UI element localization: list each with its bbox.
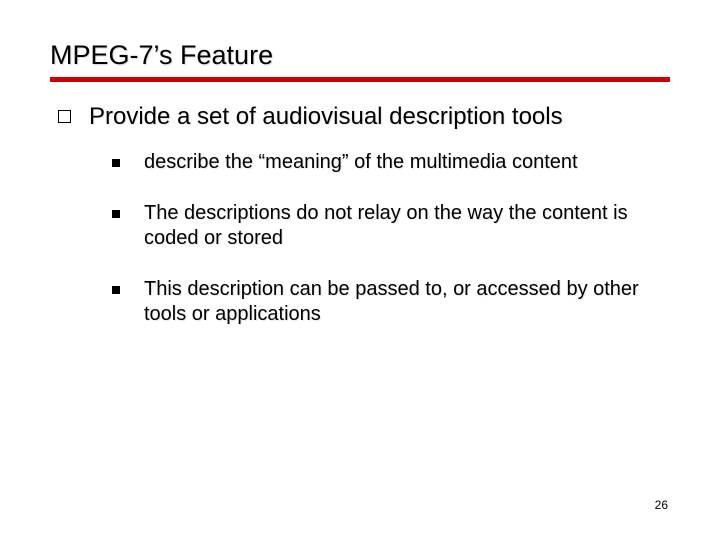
bullet-level2-text: The descriptions do not relay on the way… (144, 201, 670, 251)
hollow-square-icon (58, 110, 71, 123)
bullet-level2: The descriptions do not relay on the way… (50, 201, 670, 251)
bullet-level1: Provide a set of audiovisual description… (50, 102, 670, 132)
filled-square-icon (112, 210, 120, 218)
filled-square-icon (112, 286, 120, 294)
slide-container: MPEG-7’s Feature Provide a set of audiov… (0, 0, 720, 540)
bullet-level1-text: Provide a set of audiovisual description… (89, 102, 563, 132)
bullet-level2-text: This description can be passed to, or ac… (144, 277, 670, 327)
bullet-level2: describe the “meaning” of the multimedia… (50, 150, 670, 175)
page-number: 26 (655, 498, 668, 512)
bullet-level2-text: describe the “meaning” of the multimedia… (144, 150, 578, 175)
title-divider (50, 77, 670, 82)
slide-title: MPEG-7’s Feature (50, 40, 670, 71)
bullet-level2: This description can be passed to, or ac… (50, 277, 670, 327)
filled-square-icon (112, 159, 120, 167)
